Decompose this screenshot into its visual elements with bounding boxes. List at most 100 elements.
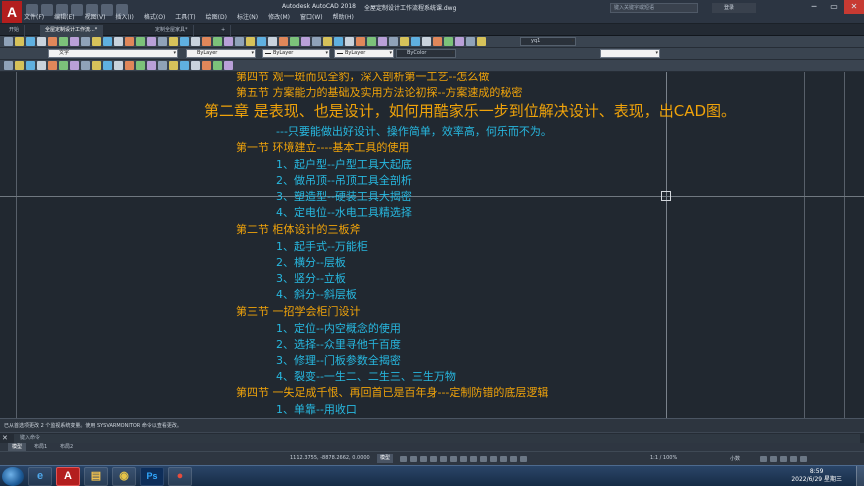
- transparency-icon[interactable]: [470, 456, 477, 462]
- modify-tool-icon[interactable]: [224, 61, 233, 70]
- section-heading[interactable]: 第三节 一招学会柜门设计: [236, 303, 361, 319]
- standard-tool-icon[interactable]: [213, 37, 222, 46]
- ie-icon[interactable]: e: [28, 467, 52, 486]
- standard-tool-icon[interactable]: [180, 37, 189, 46]
- layer-combo[interactable]: 文字: [48, 49, 178, 58]
- search-input[interactable]: 键入关键字或短语: [610, 3, 698, 13]
- list-item[interactable]: 3、塑造型--硬装工具大揭密: [276, 188, 412, 204]
- menu-item[interactable]: 视图(V): [85, 12, 106, 23]
- section-heading[interactable]: 第二节 柜体设计的三板斧: [236, 221, 361, 237]
- modify-tool-icon[interactable]: [4, 61, 13, 70]
- recorder-icon[interactable]: ●: [168, 467, 192, 486]
- show-desktop-button[interactable]: [856, 466, 864, 486]
- modify-tool-icon[interactable]: [158, 61, 167, 70]
- layout-tab[interactable]: 布局1: [30, 443, 51, 451]
- layout-tab[interactable]: 布局2: [56, 443, 77, 451]
- standard-tool-icon[interactable]: [169, 37, 178, 46]
- text-style-combo[interactable]: yq1: [520, 37, 576, 46]
- menu-item[interactable]: 插入(I): [115, 12, 133, 23]
- section-heading[interactable]: 第四节 观一斑而见全豹，深入剖析第一工艺--怎么做: [236, 72, 489, 84]
- standard-tool-icon[interactable]: [433, 37, 442, 46]
- list-item[interactable]: 1、单靠--用收口: [276, 401, 357, 417]
- standard-tool-icon[interactable]: [455, 37, 464, 46]
- modify-tool-icon[interactable]: [59, 61, 68, 70]
- customization-icon[interactable]: [800, 456, 807, 462]
- standard-tool-icon[interactable]: [202, 37, 211, 46]
- list-item[interactable]: 2、做吊顶--吊顶工具全剖析: [276, 172, 412, 188]
- standard-tool-icon[interactable]: [235, 37, 244, 46]
- list-item[interactable]: 1、起户型--户型工具大起底: [276, 156, 412, 172]
- modify-tool-icon[interactable]: [37, 61, 46, 70]
- standard-tool-icon[interactable]: [279, 37, 288, 46]
- standard-tool-icon[interactable]: [92, 37, 101, 46]
- standard-tool-icon[interactable]: [323, 37, 332, 46]
- modify-tool-icon[interactable]: [70, 61, 79, 70]
- modify-tool-icon[interactable]: [15, 61, 24, 70]
- standard-tool-icon[interactable]: [4, 37, 13, 46]
- autocad-logo-icon[interactable]: A: [2, 1, 22, 23]
- list-item[interactable]: 4、定电位--水电工具精选择: [276, 204, 412, 220]
- standard-tool-icon[interactable]: [125, 37, 134, 46]
- standard-tool-icon[interactable]: [15, 37, 24, 46]
- modify-tool-icon[interactable]: [202, 61, 211, 70]
- start-orb-icon[interactable]: [2, 467, 24, 486]
- standard-tool-icon[interactable]: [224, 37, 233, 46]
- modify-tool-icon[interactable]: [147, 61, 156, 70]
- color-combo[interactable]: ByLayer: [186, 49, 256, 58]
- standard-tool-icon[interactable]: [334, 37, 343, 46]
- standard-tool-icon[interactable]: [59, 37, 68, 46]
- close-icon[interactable]: ✕: [844, 0, 864, 14]
- menu-item[interactable]: 修改(M): [268, 12, 290, 23]
- modify-tool-icon[interactable]: [48, 61, 57, 70]
- clean-screen-icon[interactable]: [790, 456, 797, 462]
- standard-tool-icon[interactable]: [136, 37, 145, 46]
- standard-tool-icon[interactable]: [70, 37, 79, 46]
- drawing-canvas[interactable]: 第四节 观一斑而见全豹，深入剖析第一工艺--怎么做 第五节 方案能力的基础及实用方…: [0, 72, 864, 418]
- layout-tab[interactable]: 模型: [8, 443, 27, 451]
- standard-tool-icon[interactable]: [37, 37, 46, 46]
- snap-icon[interactable]: [410, 456, 417, 462]
- modify-tool-icon[interactable]: [81, 61, 90, 70]
- list-item[interactable]: 4、裂变--一生二、二生三、三生万物: [276, 368, 456, 384]
- standard-tool-icon[interactable]: [444, 37, 453, 46]
- standard-tool-icon[interactable]: [356, 37, 365, 46]
- file-tab[interactable]: 开始: [4, 25, 26, 36]
- new-tab-icon[interactable]: +: [216, 25, 232, 36]
- list-item[interactable]: 3、修理--门板参数全揭密: [276, 352, 401, 368]
- auto-scale-icon[interactable]: [520, 456, 527, 462]
- standard-tool-icon[interactable]: [389, 37, 398, 46]
- standard-tool-icon[interactable]: [367, 37, 376, 46]
- standard-tool-icon[interactable]: [268, 37, 277, 46]
- list-item[interactable]: 4、斜分--斜层板: [276, 286, 357, 302]
- menu-item[interactable]: 绘图(D): [206, 12, 227, 23]
- modify-tool-icon[interactable]: [26, 61, 35, 70]
- section-heading[interactable]: 第四节 一失足成千恨、再回首已是百年身---定制防错的底层逻辑: [236, 384, 548, 400]
- menu-item[interactable]: 标注(N): [237, 12, 258, 23]
- menu-item[interactable]: 格式(O): [144, 12, 165, 23]
- list-item[interactable]: 1、起手式--万能柜: [276, 238, 368, 254]
- minimize-icon[interactable]: ─: [804, 0, 824, 14]
- layer-state-combo[interactable]: [600, 49, 660, 58]
- modify-tool-icon[interactable]: [213, 61, 222, 70]
- chrome-icon[interactable]: ◉: [112, 467, 136, 486]
- list-item[interactable]: 1、定位--内空概念的使用: [276, 320, 401, 336]
- modify-tool-icon[interactable]: [103, 61, 112, 70]
- file-tab[interactable]: 全屋定制设计工作流...*: [40, 25, 104, 36]
- modify-tool-icon[interactable]: [92, 61, 101, 70]
- selection-cycling-icon[interactable]: [480, 456, 487, 462]
- standard-tool-icon[interactable]: [422, 37, 431, 46]
- standard-tool-icon[interactable]: [257, 37, 266, 46]
- standard-tool-icon[interactable]: [48, 37, 57, 46]
- menu-item[interactable]: 工具(T): [175, 12, 195, 23]
- menu-item[interactable]: 帮助(H): [333, 12, 354, 23]
- login-button[interactable]: 登录: [712, 3, 756, 13]
- standard-tool-icon[interactable]: [147, 37, 156, 46]
- modify-tool-icon[interactable]: [191, 61, 200, 70]
- menu-item[interactable]: 窗口(W): [300, 12, 323, 23]
- file-tab[interactable]: 定制全屋家具*: [150, 25, 194, 36]
- section-heading[interactable]: 第五节 方案能力的基础及实用方法论初探--方案速成的秘密: [236, 84, 522, 100]
- system-clock[interactable]: 8:59 2022/6/29 星期三: [791, 468, 842, 484]
- ortho-icon[interactable]: [420, 456, 427, 462]
- standard-tool-icon[interactable]: [411, 37, 420, 46]
- command-close-icon[interactable]: ✕: [2, 434, 8, 442]
